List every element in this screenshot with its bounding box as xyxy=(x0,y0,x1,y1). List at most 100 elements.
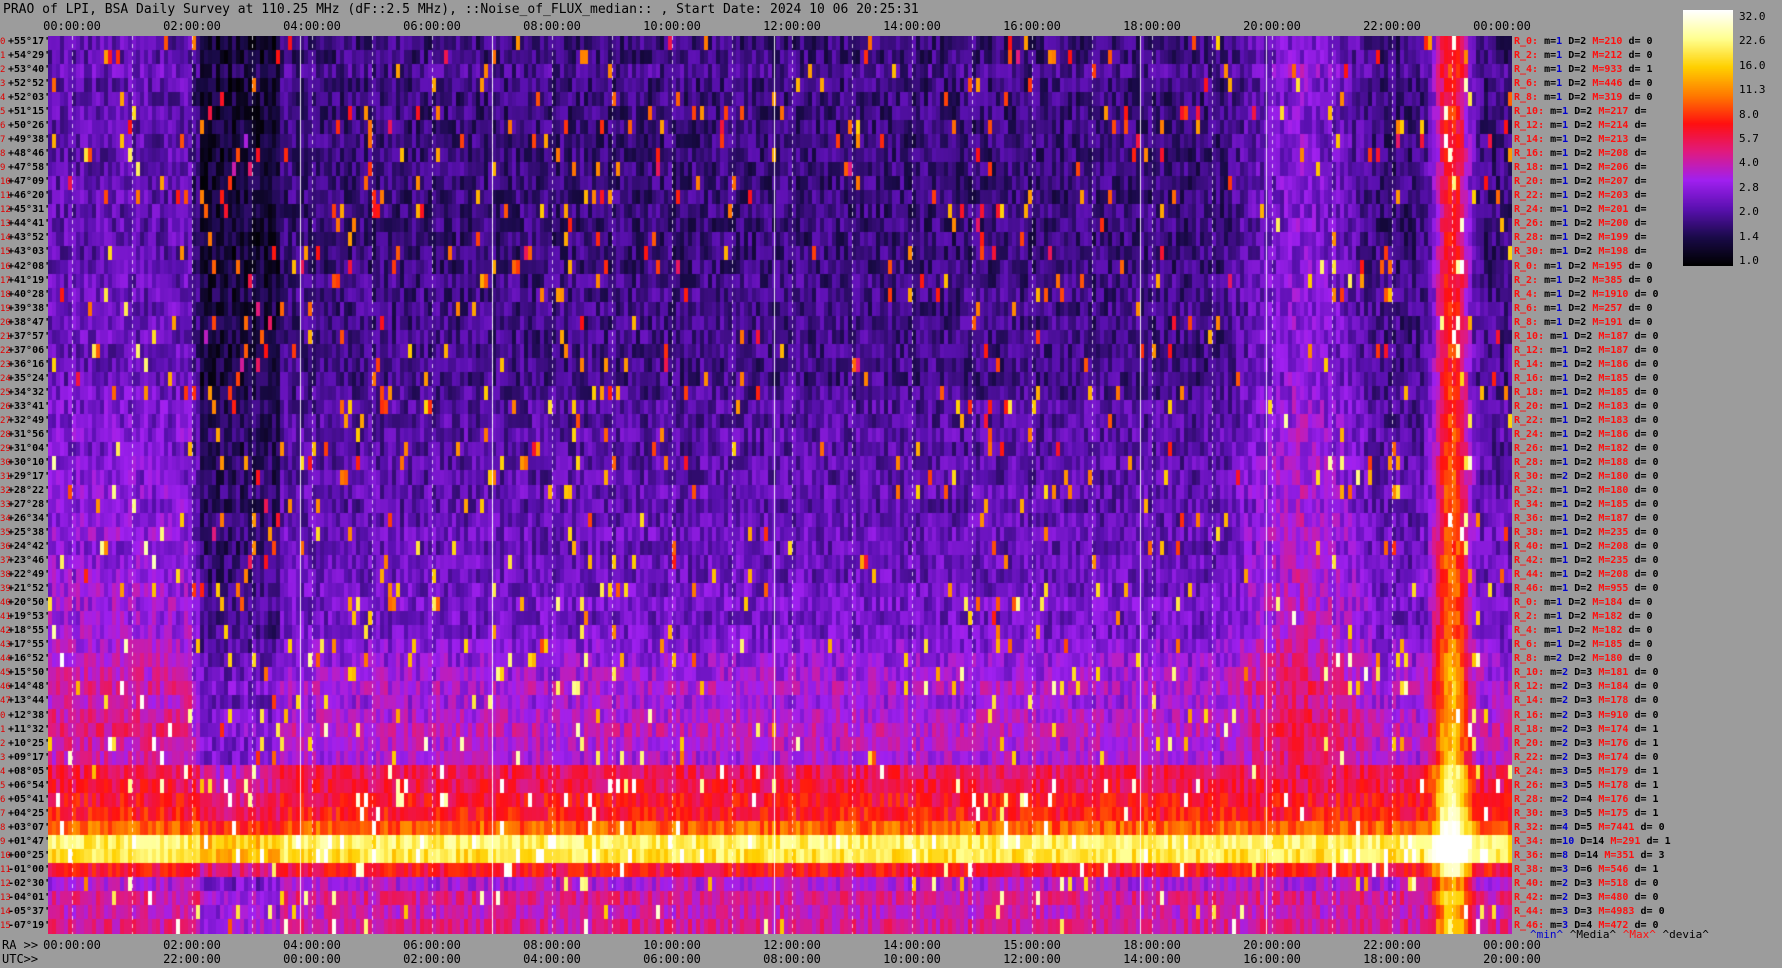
stat-channel: R_40: xyxy=(1514,541,1545,553)
stat-sep: D= xyxy=(1568,583,1587,595)
declination-value: +40°28' xyxy=(8,288,51,300)
stat-channel: R_6: xyxy=(1514,78,1539,90)
stat-channel: R_0: xyxy=(1514,260,1539,272)
stat-dev: 0 xyxy=(1646,316,1653,328)
stat-dev: 0 xyxy=(1646,625,1653,637)
declination-value: -02°30' xyxy=(8,877,51,889)
stat-max-label: M= xyxy=(1598,442,1611,454)
stat-row: R_16: m=2 D=3 M=910 d= 0 xyxy=(1514,710,1659,721)
declination-label: 13-04°01' xyxy=(0,891,51,906)
stat-row: R_10: m=2 D=3 M=181 d= 0 xyxy=(1514,667,1659,678)
stat-sep: D= xyxy=(1568,905,1587,917)
stat-sep: d= xyxy=(1622,36,1647,47)
stat-sep: m= xyxy=(1544,877,1563,889)
declination-label: 28+31°56' xyxy=(0,429,50,443)
stat-sep: D= xyxy=(1568,737,1587,749)
stat-channel: R_34: xyxy=(1514,499,1545,511)
stat-sep: m= xyxy=(1544,386,1563,398)
row-index: 2 xyxy=(0,738,6,749)
stat-max-label: M= xyxy=(1592,288,1605,300)
stat-row: R_36: m=1 D=2 M=187 d= 0 xyxy=(1514,513,1659,524)
declination-label: 6 +05°41' xyxy=(0,794,50,808)
declination-label: 7 +04°25' xyxy=(0,808,50,822)
stat-sep: d= xyxy=(1622,50,1647,62)
declination-value: +15°50' xyxy=(8,667,51,679)
stat-max-label: M= xyxy=(1592,316,1605,328)
stat-sep: D= xyxy=(1562,302,1581,314)
stat-sep: d= xyxy=(1628,176,1647,188)
stat-dev: 0 xyxy=(1652,555,1659,567)
stat-dev: 0 xyxy=(1652,330,1659,342)
stat-row: R_16: m=1 D=2 M=185 d= 0 xyxy=(1514,373,1659,384)
stat-sep: d= xyxy=(1640,835,1665,847)
stat-max-label: M= xyxy=(1598,176,1611,188)
declination-label: 14+43°52' xyxy=(0,232,50,246)
utc-axis-tick-label: 22:00:00 xyxy=(163,952,221,966)
stat-sep: d= xyxy=(1628,442,1653,454)
stat-channel: R_2: xyxy=(1514,274,1539,286)
stat-sep: D= xyxy=(1568,569,1587,581)
stat-row: R_22: m=2 D=3 M=174 d= 0 xyxy=(1514,752,1659,763)
stat-sep: d= xyxy=(1628,470,1653,482)
declination-value: +48°46' xyxy=(8,148,51,160)
stat-sep: d= xyxy=(1628,134,1647,146)
stat-row: R_36: m=8 D=14 M=351 d= 3 xyxy=(1514,850,1665,861)
stat-sep: D= xyxy=(1568,428,1587,440)
stat-sep: m= xyxy=(1544,428,1563,440)
stat-sep: D= xyxy=(1568,204,1587,216)
stat-sep: m= xyxy=(1538,50,1557,62)
stat-sep: m= xyxy=(1544,555,1563,567)
stat-row: R_12: m=1 D=2 M=214 d= xyxy=(1514,120,1647,131)
stat-channel: R_14: xyxy=(1514,358,1545,370)
row-index: 14 xyxy=(0,906,11,917)
declination-label: 12+45°31' xyxy=(0,204,50,218)
stat-sep: D= xyxy=(1568,891,1587,903)
stat-max-label: M= xyxy=(1592,597,1605,609)
stat-dev: 0 xyxy=(1652,428,1659,440)
stat-row: R_2: m=1 D=2 M=212 d= 0 xyxy=(1514,50,1653,61)
stat-sep: d= xyxy=(1628,709,1653,721)
stat-max: 179 xyxy=(1610,765,1629,777)
declination-label: 47+13°44' xyxy=(0,695,50,709)
stat-sep: d= xyxy=(1628,246,1647,258)
declination-value: +14°48' xyxy=(8,681,51,693)
declination-label: 12-02°30' xyxy=(0,877,51,892)
stat-row: R_32: m=1 D=2 M=180 d= 0 xyxy=(1514,485,1659,496)
declination-value: +10°25' xyxy=(8,737,51,749)
stat-sep: d= xyxy=(1628,527,1653,539)
ra-axis-tick-label: 08:00:00 xyxy=(523,938,581,952)
stat-channel: R_4: xyxy=(1514,625,1539,637)
stat-sep: d= xyxy=(1628,330,1653,342)
utc-axis-tick-label: 16:00:00 xyxy=(1243,952,1301,966)
declination-value: +37°57' xyxy=(8,330,51,342)
stat-min: 10 xyxy=(1562,835,1575,847)
stat-channel: R_18: xyxy=(1514,162,1545,174)
stat-channel: R_28: xyxy=(1514,456,1545,468)
stat-dev: 0 xyxy=(1652,344,1659,356)
declination-value: -04°01' xyxy=(8,891,51,903)
row-index: 36 xyxy=(0,542,11,553)
row-index: 4 xyxy=(0,93,6,104)
declination-value: +42°08' xyxy=(8,260,51,272)
row-index: 30 xyxy=(0,457,11,468)
stat-sep: d= xyxy=(1628,232,1647,244)
stat-row: R_22: m=1 D=2 M=203 d= xyxy=(1514,190,1647,201)
declination-value: -07°19' xyxy=(8,919,51,931)
stat-row: R_34: m=10 D=14 M=291 d= 1 xyxy=(1514,836,1671,847)
declination-value: +51°15' xyxy=(8,106,51,118)
stat-channel: R_8: xyxy=(1514,653,1539,665)
declination-label: 17+41°19' xyxy=(0,275,50,289)
declination-value: +18°55' xyxy=(8,625,51,637)
stat-row: R_6: m=1 D=2 M=446 d= 0 xyxy=(1514,78,1653,89)
stat-sep: d= xyxy=(1622,625,1647,637)
declination-value: +21°52' xyxy=(8,583,51,595)
declination-label: 24+35°24' xyxy=(0,373,50,387)
stat-channel: R_14: xyxy=(1514,134,1545,146)
stat-max-label: M= xyxy=(1598,807,1611,819)
declination-value: +06°54' xyxy=(8,779,51,791)
declination-label: 5 +51°15' xyxy=(0,106,51,120)
stat-dev: 0 xyxy=(1652,456,1659,468)
declination-value: +19°53' xyxy=(8,611,51,623)
stat-dev: 0 xyxy=(1652,751,1659,763)
utc-axis-tick-label: 02:00:00 xyxy=(403,952,461,966)
